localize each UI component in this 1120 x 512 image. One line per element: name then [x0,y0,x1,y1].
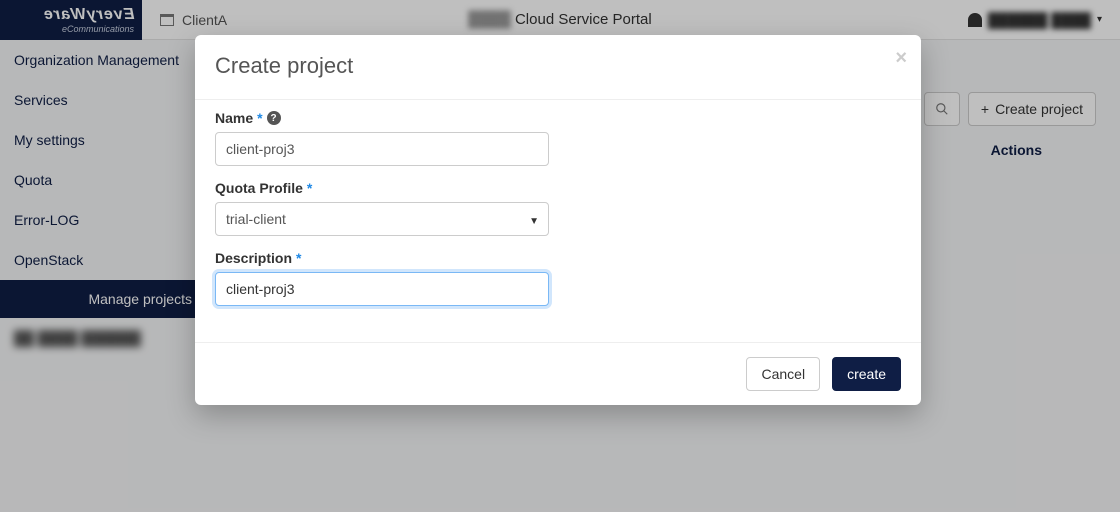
name-input[interactable] [215,132,549,166]
field-description: Description * [215,250,901,306]
name-label: Name * ? [215,110,281,126]
close-button[interactable]: × [895,47,907,70]
modal-body: Name * ? Quota Profile * ▼ Description * [195,100,921,342]
modal-title: Create project [215,53,901,79]
chevron-down-icon: ▼ [529,216,539,227]
modal-footer: Cancel create [195,342,921,405]
modal-header: Create project × [195,35,921,100]
quota-profile-select[interactable]: ▼ [215,196,549,236]
close-icon: × [895,47,907,69]
required-indicator: * [257,110,262,126]
description-label: Description * [215,250,301,266]
quota-label: Quota Profile * [215,180,312,196]
create-project-modal: Create project × Name * ? Quota Profile … [195,35,921,405]
field-quota-profile: Quota Profile * ▼ [215,180,901,236]
create-button[interactable]: create [832,357,901,391]
required-indicator: * [296,250,301,266]
required-indicator: * [307,180,312,196]
help-icon[interactable]: ? [267,111,281,125]
field-name: Name * ? [215,110,901,166]
description-input[interactable] [215,272,549,306]
cancel-button[interactable]: Cancel [746,357,820,391]
quota-profile-value[interactable] [215,202,549,236]
